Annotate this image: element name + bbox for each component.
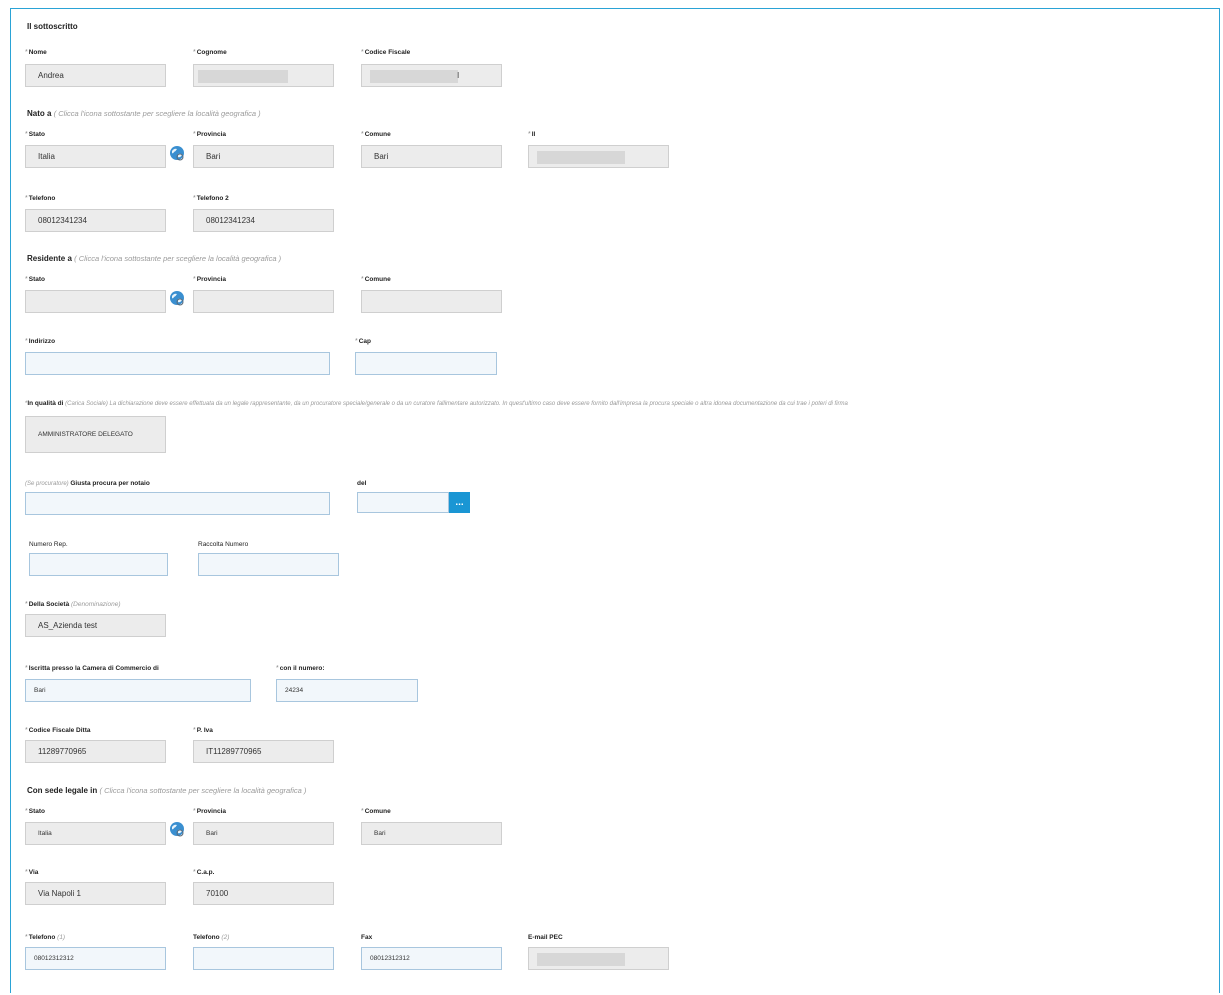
globe-icon[interactable] [169,821,185,837]
label-societa: *Della Società (Denominazione) [25,601,121,608]
numero-rep-input[interactable] [29,553,168,576]
label-cap: *Cap [355,338,372,345]
via-field[interactable]: Via Napoli 1 [25,882,166,905]
res-stato-field[interactable] [25,290,166,313]
label-procura: (Se procuratore) Giusta procura per nota… [25,480,150,487]
label-iscritta: *Iscritta presso la Camera di Commercio … [25,665,159,672]
section-residente-a: Residente a ( Clicca l'icona sottostante… [27,254,282,263]
sede-stato-field[interactable]: Italia [25,822,166,845]
label-res-stato: *Stato [25,276,45,283]
label-piva: *P. Iva [193,727,213,734]
label-indirizzo: *Indirizzo [25,338,56,345]
fax-input[interactable]: 08012312312 [361,947,502,970]
label-cf-ditta: *Codice Fiscale Ditta [25,727,91,734]
qualita-field[interactable]: AMMINISTRATORE DELEGATO [25,416,166,453]
label-res-provincia: *Provincia [193,276,226,283]
globe-icon[interactable] [169,290,185,306]
cap2-field[interactable]: 70100 [193,882,334,905]
procura-input[interactable] [25,492,330,515]
telefono2-field[interactable]: 08012341234 [193,209,334,232]
label-sede-provincia: *Provincia [193,808,226,815]
label-tel2: Telefono (2) [193,934,230,941]
label-codice-fiscale: *Codice Fiscale [361,49,411,56]
label-telefono2: *Telefono 2 [193,195,229,202]
label-telefono: *Telefono [25,195,56,202]
iscritta-input[interactable]: Bari [25,679,251,702]
numero-camera-input[interactable]: 24234 [276,679,418,702]
section-nato-a: Nato a ( Clicca l'icona sottostante per … [27,109,261,118]
cf-ditta-field[interactable]: 11289770965 [25,740,166,763]
res-provincia-field[interactable] [193,290,334,313]
sede-comune-field[interactable]: Bari [361,822,502,845]
tel1-input[interactable]: 08012312312 [25,947,166,970]
del-date-input[interactable] [357,492,449,513]
label-pec: E-mail PEC [528,934,563,941]
label-qualita: *In qualità di (Carica Sociale) La dichi… [25,400,848,407]
label-raccolta-numero: Raccolta Numero [198,541,249,548]
nato-il-field[interactable] [528,145,669,168]
cognome-field[interactable] [193,64,334,87]
label-via: *Via [25,869,39,876]
label-nome: *Nome [25,49,47,56]
label-nato-provincia: *Provincia [193,131,226,138]
nato-stato-field[interactable]: Italia [25,145,166,168]
res-comune-field[interactable] [361,290,502,313]
tel2-input[interactable] [193,947,334,970]
societa-field[interactable]: AS_Azienda test [25,614,166,637]
label-cognome: *Cognome [193,49,227,56]
form-title: Il sottoscritto [27,22,78,31]
label-fax: Fax [361,934,373,941]
globe-icon[interactable] [169,145,185,161]
section-sede-legale: Con sede legale in ( Clicca l'icona sott… [27,786,307,795]
label-del: del [357,480,367,487]
label-tel1: *Telefono (1) [25,934,66,941]
telefono-field[interactable]: 08012341234 [25,209,166,232]
nato-comune-field[interactable]: Bari [361,145,502,168]
label-nato-stato: *Stato [25,131,45,138]
codice-fiscale-field[interactable]: l [361,64,502,87]
indirizzo-input[interactable] [25,352,330,375]
cap-input[interactable] [355,352,497,375]
label-sede-stato: *Stato [25,808,45,815]
sede-provincia-field[interactable]: Bari [193,822,334,845]
label-sede-comune: *Comune [361,808,391,815]
label-nato-il: *Il [528,131,536,138]
label-con-il-numero: *con il numero: [276,665,325,672]
nome-field[interactable]: Andrea [25,64,166,87]
label-res-comune: *Comune [361,276,391,283]
piva-field[interactable]: IT11289770965 [193,740,334,763]
label-nato-comune: *Comune [361,131,391,138]
label-cap2: *C.a.p. [193,869,215,876]
pec-field[interactable] [528,947,669,970]
label-numero-rep: Numero Rep. [29,541,68,548]
calendar-button[interactable]: ... [449,492,470,513]
nato-provincia-field[interactable]: Bari [193,145,334,168]
raccolta-numero-input[interactable] [198,553,339,576]
